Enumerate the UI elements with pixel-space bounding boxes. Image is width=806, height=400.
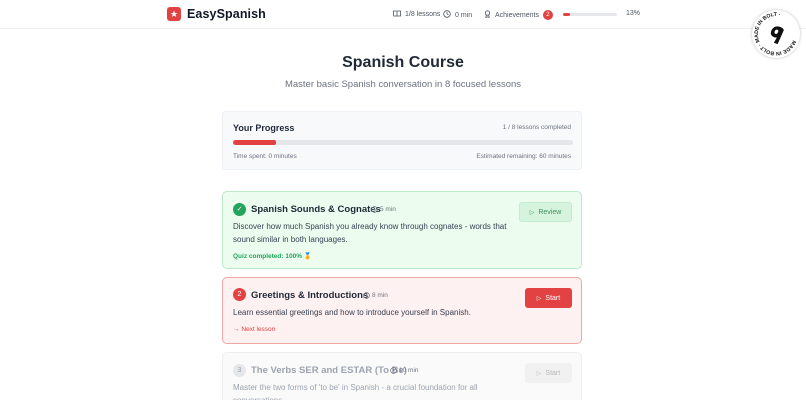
progress-count: 1 / 8 lessons completed [502, 124, 571, 131]
clock-icon [390, 367, 397, 374]
lesson-duration: 5 min [371, 206, 396, 213]
header-progress-fill [563, 13, 571, 16]
review-button-label: Review [538, 208, 562, 216]
lesson-description: Master the two forms of 'to be' in Spani… [233, 383, 478, 400]
lesson-description: Discover how much Spanish you already kn… [233, 222, 507, 244]
page-subtitle: Master basic Spanish conversation in 8 f… [284, 79, 522, 90]
lesson-duration: 10 min [390, 367, 419, 374]
progress-title: Your Progress [233, 123, 295, 133]
time-stat: 0 min [443, 10, 472, 20]
award-icon [484, 10, 491, 20]
start-button[interactable]: ▷ Start [525, 288, 572, 308]
star-icon: ★ [167, 7, 181, 21]
brand[interactable]: ★ EasySpanish [167, 7, 266, 21]
clock-icon [363, 292, 370, 299]
lessons-stat: 1/8 lessons [393, 10, 440, 19]
top-navigation-bar: ★ EasySpanish 1/8 lessons 0 min Achievem… [0, 0, 806, 29]
start-button-label: Start [545, 294, 561, 302]
achievements-count-badge: 2 [542, 10, 553, 20]
lesson-number-badge: 2 [233, 288, 246, 301]
clock-icon [443, 10, 451, 20]
progress-card: Your Progress 1 / 8 lessons completed Ti… [222, 111, 582, 170]
page-title: Spanish Course [342, 54, 464, 71]
time-stat-text: 0 min [455, 11, 473, 19]
achievements-label: Achievements [495, 11, 539, 19]
lesson-card-3: 3 The Verbs SER and ESTAR (To Be) 10 min… [222, 352, 582, 400]
lesson-duration-text: 10 min [399, 367, 419, 374]
start-button-disabled: ▷ Start [525, 363, 572, 383]
lesson-description: Learn essential greetings and how to int… [233, 308, 471, 317]
lessons-stat-text: 1/8 lessons [405, 11, 441, 18]
next-lesson-text: Next lesson [241, 326, 276, 333]
lesson-card-2[interactable]: 2 Greetings & Introductions 8 min Learn … [222, 277, 582, 344]
achievements-stat[interactable]: Achievements 2 [484, 10, 553, 20]
lesson-duration-text: 8 min [372, 292, 388, 299]
quiz-status-text: Quiz completed: 100% [233, 253, 302, 260]
lesson-title: Spanish Sounds & Cognates [251, 204, 381, 215]
clock-icon [371, 206, 378, 213]
header-progress-percent: 13% [626, 10, 641, 17]
lesson-number-badge: 3 [233, 364, 246, 377]
lesson-title: The Verbs SER and ESTAR (To Be) [251, 365, 407, 376]
lesson-duration-text: 5 min [380, 206, 396, 213]
play-icon: ▷ [536, 295, 542, 302]
next-lesson-label: → Next lesson [233, 326, 275, 333]
course-progress-bar [233, 140, 573, 145]
medal-icon: 🏅 [303, 253, 312, 260]
lesson-duration: 8 min [363, 292, 388, 299]
app-name: EasySpanish [187, 7, 266, 21]
check-circle-icon: ✓ [233, 203, 246, 216]
lesson-card-1[interactable]: ✓ Spanish Sounds & Cognates 5 min Discov… [222, 191, 582, 269]
estimated-remaining: Estimated remaining: 60 minutes [476, 153, 571, 160]
lesson-title: Greetings & Introductions [251, 290, 369, 301]
review-button[interactable]: ▷ Review [519, 202, 572, 222]
quiz-status: Quiz completed: 100% 🏅 [233, 252, 312, 260]
play-icon: ▷ [536, 370, 542, 377]
play-icon: ▷ [529, 209, 535, 216]
time-spent: Time spent: 0 minutes [233, 153, 297, 160]
start-button-label: Start [545, 369, 561, 377]
course-progress-fill [233, 140, 276, 145]
arrow-right-icon: → [233, 326, 240, 333]
header-progress-bar [563, 13, 617, 16]
book-icon [393, 10, 401, 19]
